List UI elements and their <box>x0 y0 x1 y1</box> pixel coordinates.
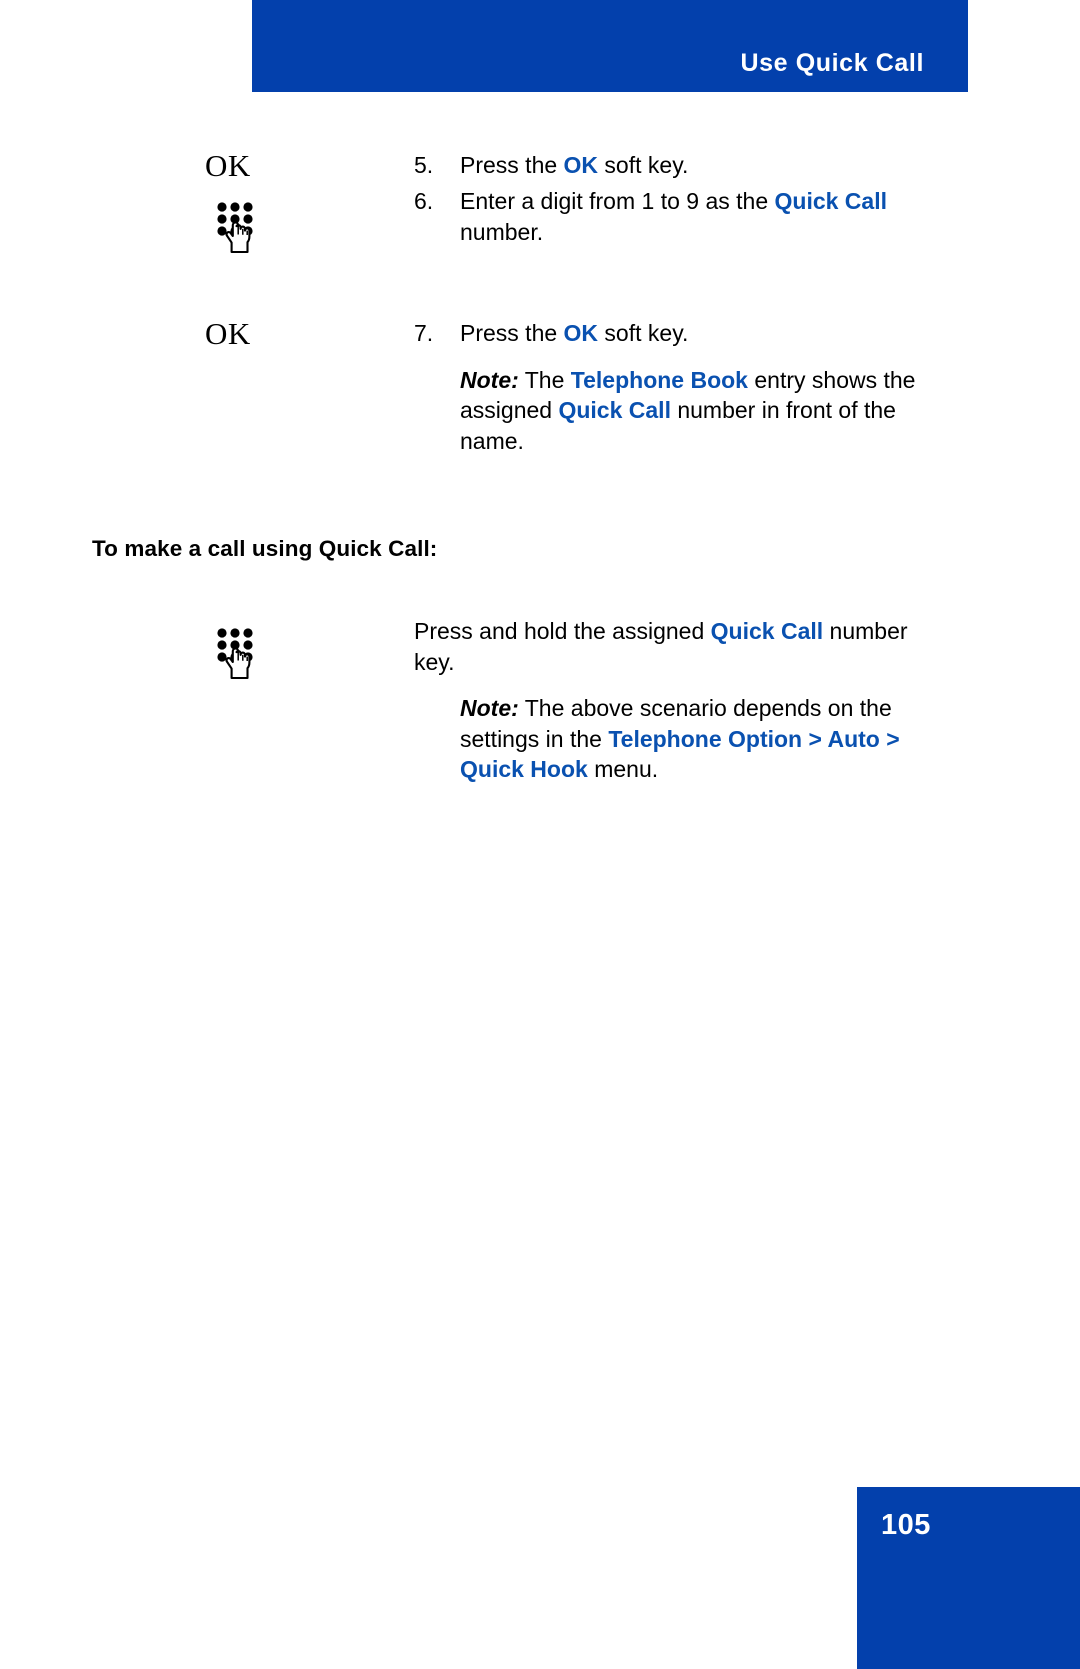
step-5-body: 5. Press the OK soft key. <box>414 150 934 181</box>
step-7-note-part-3: Quick Call <box>558 397 671 423</box>
page-header-title: Use Quick Call <box>740 49 924 77</box>
ok-soft-key-icon: OK <box>205 316 251 351</box>
step-7-number: 7. <box>414 320 434 346</box>
step-7-text: Press the OK soft key. <box>460 318 934 349</box>
step-6-part-0: Enter a digit from 1 to 9 as the <box>460 188 775 214</box>
page-number: 105 <box>881 1509 931 1541</box>
quick-call-usage-row: Press and hold the assigned Quick Call n… <box>0 608 1080 868</box>
section-icon-gutter <box>0 608 400 868</box>
note-label: Note: <box>460 366 519 393</box>
step-5-icon-gutter: OK <box>0 92 400 183</box>
keypad-hand-icon <box>205 618 267 680</box>
step-7-body: 7. Press the OK soft key. Note: The Tele… <box>414 318 934 456</box>
page-header-banner: Use Quick Call <box>252 0 968 92</box>
step-6-icon-gutter <box>0 180 400 298</box>
step-5-number: 5. <box>414 152 434 178</box>
step-row-5: OK 5. Press the OK soft key. <box>0 92 1080 183</box>
section-body: Press and hold the assigned Quick Call n… <box>414 616 944 785</box>
section-part-1: Quick Call <box>710 618 824 644</box>
step-6-body: 6. Enter a digit from 1 to 9 as the Quic… <box>414 186 934 247</box>
step-5-part-2: soft key. <box>598 152 689 178</box>
keypad-hand-icon <box>205 192 267 254</box>
section-note: Note: The above scenario depends on the … <box>460 693 944 785</box>
step-7-part-1: OK <box>563 320 599 346</box>
section-body-text: Press and hold the assigned Quick Call n… <box>414 616 944 677</box>
step-6-text: Enter a digit from 1 to 9 as the Quick C… <box>460 186 934 247</box>
step-7-note-part-1: Telephone Book <box>570 366 748 393</box>
step-7-part-0: Press the <box>460 320 564 346</box>
ok-soft-key-icon: OK <box>205 148 251 183</box>
step-5-part-0: Press the <box>460 152 564 178</box>
step-row-7: OK 7. Press the OK soft key. Note: The T… <box>0 298 1080 508</box>
section-heading-row: To make a call using Quick Call: <box>0 508 1080 608</box>
step-5-text: Press the OK soft key. <box>460 150 934 181</box>
section-heading: To make a call using Quick Call: <box>92 536 438 561</box>
step-6-part-2: number. <box>460 218 544 245</box>
step-row-6: 6. Enter a digit from 1 to 9 as the Quic… <box>0 180 1080 298</box>
section-note-part-2: menu. <box>587 756 659 782</box>
section-part-0: Press and hold the assigned <box>414 618 711 644</box>
step-7-note-part-0: The <box>518 366 571 393</box>
step-6-part-1: Quick Call <box>774 188 887 214</box>
step-7-icon-gutter: OK <box>0 298 400 508</box>
step-5-part-1: OK <box>563 152 599 178</box>
page-number-block: 105 <box>857 1487 1080 1669</box>
step-7-note: Note: The Telephone Book entry shows the… <box>460 365 934 457</box>
step-7-part-2: soft key. <box>598 320 689 346</box>
note-label: Note: <box>460 695 519 721</box>
page-content: OK 5. Press the OK soft key. 6. Enter a … <box>0 92 1080 868</box>
step-6-number: 6. <box>414 188 434 214</box>
